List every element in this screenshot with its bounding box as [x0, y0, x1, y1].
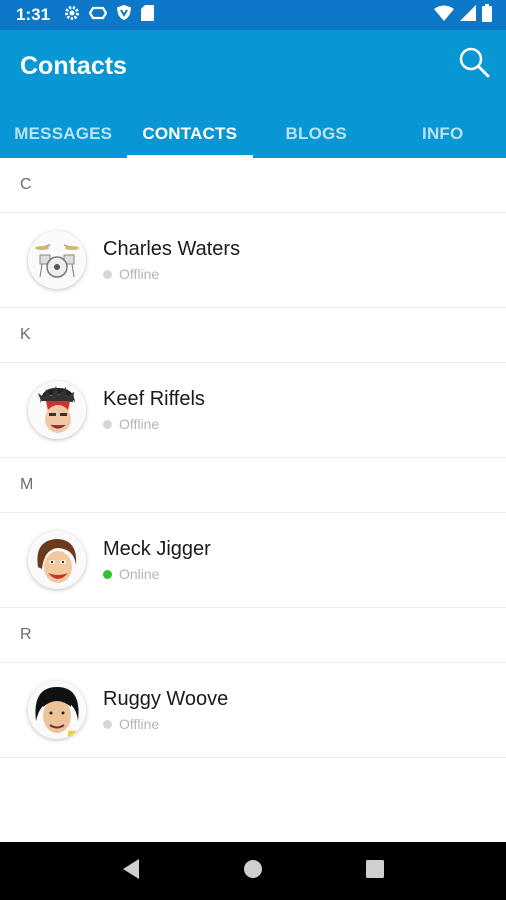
page-title: Contacts — [20, 52, 127, 80]
tab-blogs[interactable]: BLOGS — [253, 110, 380, 158]
contact-name: Charles Waters — [103, 238, 241, 260]
avatar — [28, 531, 86, 589]
contact-info: Ruggy Woove Offline — [103, 688, 228, 732]
online-dot — [103, 569, 112, 579]
status-right-icons — [434, 3, 492, 27]
contact-row[interactable]: Keef Riffels Offline — [0, 363, 506, 458]
search-button[interactable] — [456, 46, 492, 82]
battery-icon — [482, 3, 492, 27]
home-icon — [243, 859, 263, 884]
back-icon — [121, 858, 141, 885]
tab-info[interactable]: INFO — [380, 110, 506, 158]
contact-info: Charles Waters Offline — [103, 238, 240, 282]
section-header: K — [0, 308, 506, 363]
tab-messages[interactable]: MESSAGES — [0, 110, 127, 158]
gear-icon — [64, 5, 80, 26]
status-text: Offline — [119, 266, 160, 282]
shield-icon — [116, 4, 132, 26]
contact-status: Online — [103, 566, 211, 582]
contact-info: Meck Jigger Online — [103, 538, 211, 582]
status-text: Offline — [119, 716, 160, 732]
offline-dot — [103, 719, 112, 729]
recents-button[interactable] — [355, 851, 395, 891]
avatar — [28, 381, 86, 439]
status-left-icons — [64, 4, 155, 26]
back-button[interactable] — [111, 851, 151, 891]
caricature-avatar — [28, 681, 86, 739]
contact-status: Offline — [103, 716, 228, 732]
drum-kit-avatar — [28, 231, 86, 289]
contact-name: Keef Riffels — [103, 388, 205, 410]
avatar — [28, 231, 86, 289]
contact-name: Meck Jigger — [103, 538, 211, 560]
status-text: Offline — [119, 416, 160, 432]
caricature-avatar — [28, 381, 86, 439]
contact-status: Offline — [103, 416, 205, 432]
home-button[interactable] — [233, 851, 273, 891]
sd-card-icon — [141, 4, 155, 26]
contact-status: Offline — [103, 266, 240, 282]
navigation-bar — [0, 842, 506, 900]
section-header: R — [0, 608, 506, 663]
contact-row[interactable]: Charles Waters Offline — [0, 213, 506, 308]
tab-label: CONTACTS — [142, 124, 238, 143]
offline-dot — [103, 269, 112, 279]
app-bar: Contacts MESSAGES CONTACTS BLOGS INFO — [0, 30, 506, 158]
tab-label: MESSAGES — [14, 124, 113, 143]
contact-info: Keef Riffels Offline — [103, 388, 205, 432]
tab-label: INFO — [422, 124, 464, 143]
status-text: Online — [119, 566, 160, 582]
offline-dot — [103, 419, 112, 429]
contact-name: Ruggy Woove — [103, 688, 229, 710]
tab-bar: MESSAGES CONTACTS BLOGS INFO — [0, 110, 506, 158]
section-header: M — [0, 458, 506, 513]
recents-icon — [365, 859, 385, 884]
sync-icon — [88, 5, 108, 26]
contact-list: C Charles Waters Offline K Keef Riffels … — [0, 158, 506, 758]
caricature-avatar — [28, 531, 86, 589]
status-time: 1:31 — [16, 5, 51, 24]
search-icon — [458, 46, 490, 83]
section-header: C — [0, 158, 506, 213]
avatar — [28, 681, 86, 739]
tab-label: BLOGS — [285, 124, 347, 143]
wifi-icon — [434, 5, 454, 26]
contact-row[interactable]: Ruggy Woove Offline — [0, 663, 506, 758]
cell-signal-icon — [460, 4, 476, 26]
tab-contacts[interactable]: CONTACTS — [126, 110, 254, 158]
contact-row[interactable]: Meck Jigger Online — [0, 513, 506, 608]
status-bar: 1:31 — [0, 0, 506, 30]
